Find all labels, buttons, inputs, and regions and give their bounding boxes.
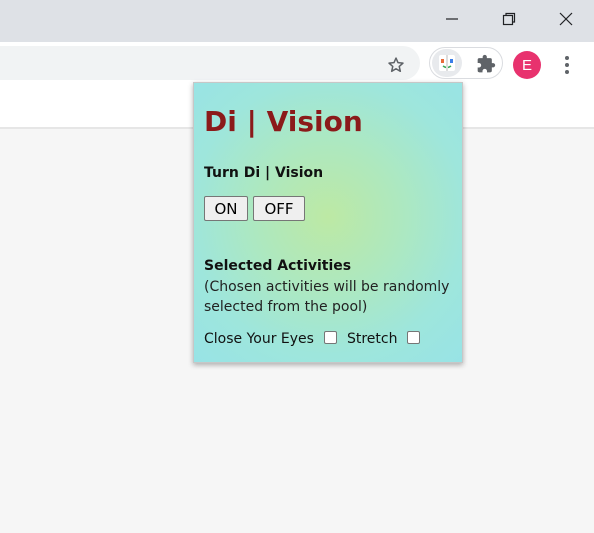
di-vision-extension-button[interactable] bbox=[432, 49, 462, 77]
close-button[interactable] bbox=[537, 0, 594, 38]
off-button[interactable]: OFF bbox=[253, 196, 305, 221]
checkbox-close-eyes[interactable] bbox=[323, 330, 337, 344]
activity-label-stretch: Stretch bbox=[346, 331, 398, 347]
star-icon bbox=[388, 57, 404, 73]
browser-toolbar: E bbox=[0, 42, 594, 84]
activity-label-close-eyes: Close Your Eyes bbox=[204, 331, 314, 347]
kebab-menu-icon bbox=[565, 56, 569, 74]
extension-popup: Di | Vision Turn Di | Vision ON OFF Sele… bbox=[193, 82, 463, 363]
checkbox-stretch[interactable] bbox=[407, 330, 421, 344]
activity-options: Close Your Eyes Stretch bbox=[204, 330, 430, 347]
bookmark-button[interactable] bbox=[382, 51, 410, 79]
browser-window: E Di | Vision Turn Di | Vision ON OFF Se… bbox=[0, 0, 594, 533]
puzzle-icon bbox=[477, 54, 496, 73]
activities-note: (Chosen activities will be randomly sele… bbox=[204, 279, 450, 315]
minimize-icon bbox=[445, 18, 458, 20]
profile-initial: E bbox=[521, 56, 532, 74]
on-button[interactable]: ON bbox=[204, 196, 248, 221]
di-vision-logo-icon bbox=[439, 55, 455, 71]
address-bar[interactable] bbox=[0, 46, 420, 80]
profile-avatar[interactable]: E bbox=[513, 51, 541, 79]
extensions-button[interactable] bbox=[473, 51, 499, 77]
close-icon bbox=[559, 12, 572, 26]
popup-title: Di | Vision bbox=[204, 105, 363, 138]
minimize-button[interactable] bbox=[423, 0, 480, 38]
restore-icon bbox=[502, 12, 515, 26]
title-bar bbox=[0, 0, 594, 42]
toggle-label: Turn Di | Vision bbox=[204, 165, 324, 181]
activities-heading: Selected Activities bbox=[204, 258, 352, 274]
restore-button[interactable] bbox=[480, 0, 537, 38]
browser-menu-button[interactable] bbox=[556, 51, 578, 79]
